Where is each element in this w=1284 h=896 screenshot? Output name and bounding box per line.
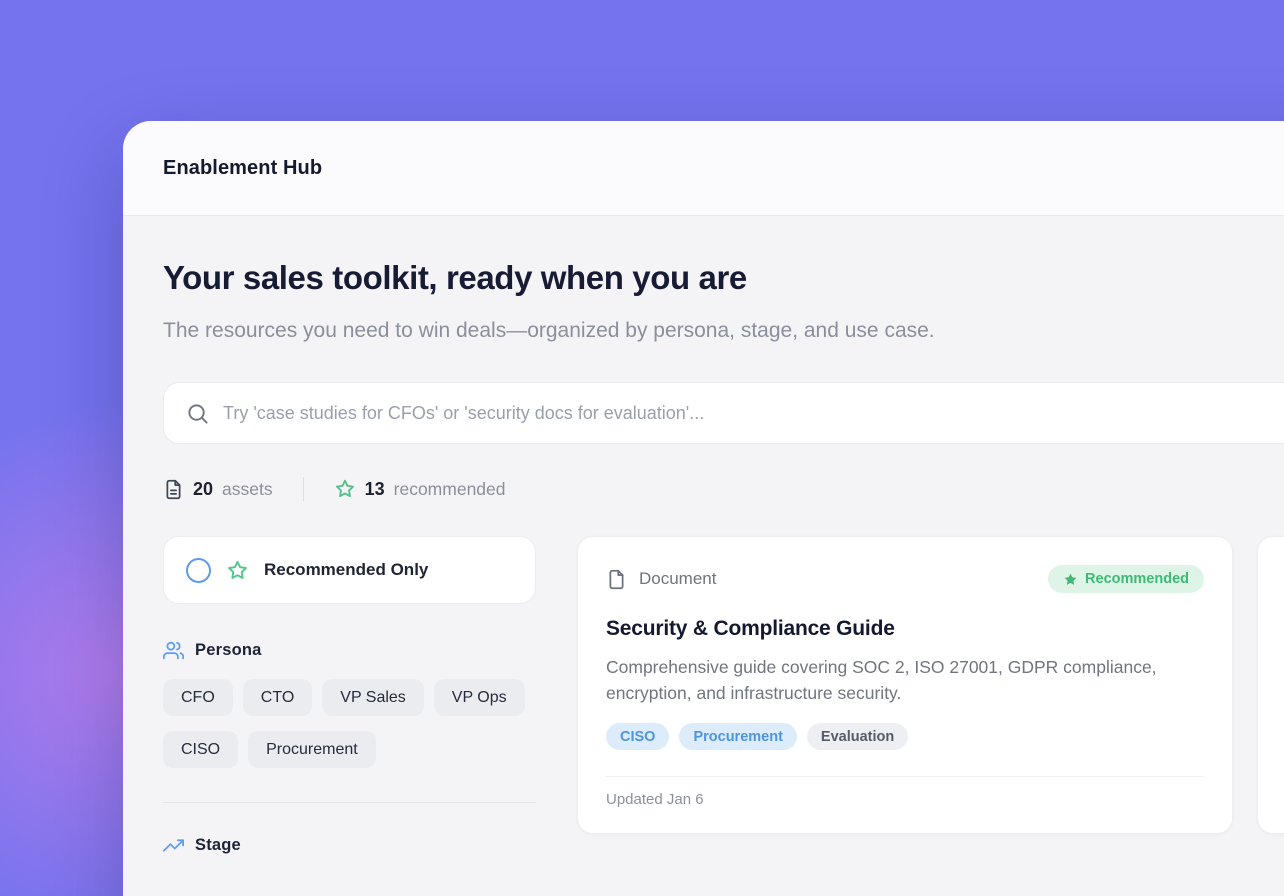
search-bar[interactable] bbox=[163, 382, 1284, 444]
persona-section-header: Persona bbox=[163, 640, 536, 661]
persona-chip-cto[interactable]: CTO bbox=[243, 679, 312, 716]
stats-row: 20 assets 13 recommended bbox=[163, 476, 1284, 502]
tag-evaluation: Evaluation bbox=[807, 723, 908, 750]
app-header: Enablement Hub bbox=[123, 121, 1284, 216]
recommended-only-toggle[interactable]: Recommended Only bbox=[163, 536, 536, 604]
persona-chip-vp-ops[interactable]: VP Ops bbox=[434, 679, 525, 716]
star-icon bbox=[334, 478, 356, 500]
recommended-badge: Recommended bbox=[1048, 565, 1204, 593]
sidebar-divider bbox=[163, 802, 536, 803]
persona-chip-vp-sales[interactable]: VP Sales bbox=[322, 679, 424, 716]
page-title: Your sales toolkit, ready when you are bbox=[163, 258, 1284, 298]
document-icon bbox=[163, 479, 184, 500]
card-type: Document bbox=[606, 569, 716, 590]
users-icon bbox=[163, 640, 184, 661]
stats-divider bbox=[303, 477, 304, 501]
asset-card-partial[interactable] bbox=[1257, 536, 1284, 834]
search-icon bbox=[186, 402, 209, 425]
page-content: Your sales toolkit, ready when you are T… bbox=[123, 216, 1284, 856]
file-icon bbox=[606, 569, 627, 590]
enablement-hub-window: Enablement Hub Your sales toolkit, ready… bbox=[123, 121, 1284, 896]
tag-ciso: CISO bbox=[606, 723, 669, 750]
stage-section-title: Stage bbox=[195, 836, 241, 855]
card-updated-date: Updated Jan 6 bbox=[606, 776, 1204, 828]
recommended-badge-label: Recommended bbox=[1085, 571, 1189, 587]
stage-section-header: Stage bbox=[163, 835, 536, 856]
star-filled-icon bbox=[1063, 572, 1078, 587]
filter-sidebar: Recommended Only Persona CFO bbox=[163, 536, 536, 856]
card-title: Security & Compliance Guide bbox=[606, 617, 1204, 641]
recommended-count: 13 bbox=[365, 479, 385, 500]
assets-count: 20 bbox=[193, 479, 213, 500]
search-input[interactable] bbox=[223, 403, 1284, 424]
persona-chip-list: CFO CTO VP Sales VP Ops CISO Procurement bbox=[163, 679, 536, 768]
card-description: Comprehensive guide covering SOC 2, ISO … bbox=[606, 654, 1196, 706]
asset-card-security-compliance-guide[interactable]: Document Recommended Security & Complian… bbox=[577, 536, 1233, 834]
persona-section-title: Persona bbox=[195, 641, 262, 660]
card-top-row: Document Recommended bbox=[606, 565, 1204, 593]
page-subtitle: The resources you need to win deals—orga… bbox=[163, 313, 983, 349]
assets-label: assets bbox=[222, 479, 273, 500]
card-tag-list: CISO Procurement Evaluation bbox=[606, 723, 1204, 750]
star-icon bbox=[226, 559, 249, 582]
trending-up-icon bbox=[163, 835, 184, 856]
recommended-label: recommended bbox=[394, 479, 506, 500]
content-row: Recommended Only Persona CFO bbox=[163, 536, 1284, 856]
asset-card-grid: Document Recommended Security & Complian… bbox=[577, 536, 1284, 834]
persona-chip-cfo[interactable]: CFO bbox=[163, 679, 233, 716]
persona-chip-procurement[interactable]: Procurement bbox=[248, 731, 376, 768]
recommended-only-label: Recommended Only bbox=[264, 560, 428, 580]
persona-chip-ciso[interactable]: CISO bbox=[163, 731, 238, 768]
card-type-label: Document bbox=[639, 569, 716, 589]
recommended-count-stat: 13 recommended bbox=[334, 478, 506, 500]
app-title: Enablement Hub bbox=[163, 157, 322, 180]
tag-procurement: Procurement bbox=[679, 723, 796, 750]
radio-circle-icon[interactable] bbox=[186, 558, 211, 583]
assets-count-stat: 20 assets bbox=[163, 479, 273, 500]
